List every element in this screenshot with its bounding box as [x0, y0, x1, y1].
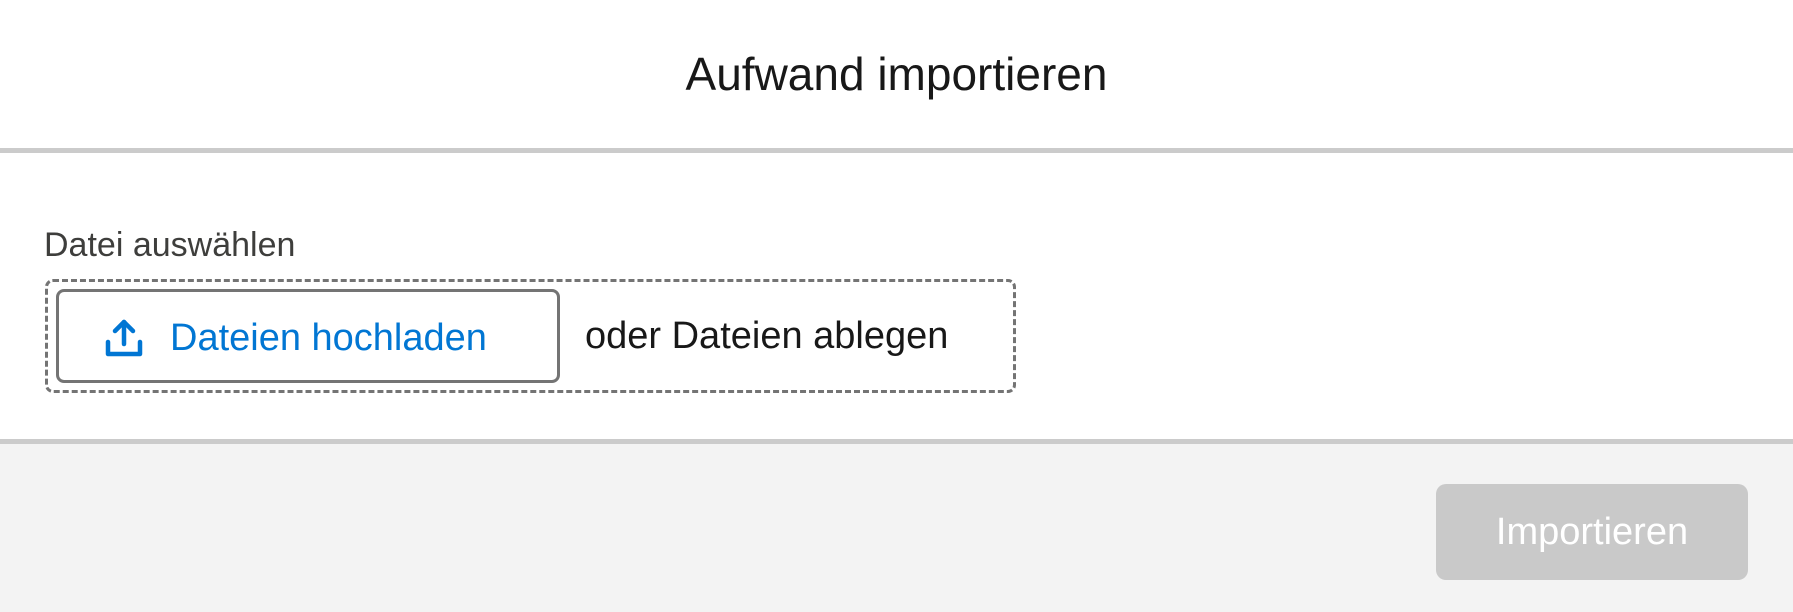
upload-files-label: Dateien hochladen — [170, 317, 487, 359]
import-button[interactable]: Importieren — [1436, 484, 1748, 580]
modal-title: Aufwand importieren — [685, 48, 1108, 100]
modal-body: Datei auswählen Dateien hochladen oder D… — [0, 153, 1793, 439]
upload-files-button[interactable]: Dateien hochladen — [56, 289, 560, 383]
drop-files-hint: oder Dateien ablegen — [585, 315, 949, 357]
upload-icon — [105, 319, 143, 357]
file-field-label: Datei auswählen — [44, 226, 296, 264]
import-modal: Aufwand importieren Datei auswählen Date… — [0, 0, 1793, 612]
file-dropzone[interactable]: Dateien hochladen oder Dateien ablegen — [45, 279, 1016, 393]
modal-header: Aufwand importieren — [0, 0, 1793, 153]
modal-footer: Importieren — [0, 439, 1793, 612]
